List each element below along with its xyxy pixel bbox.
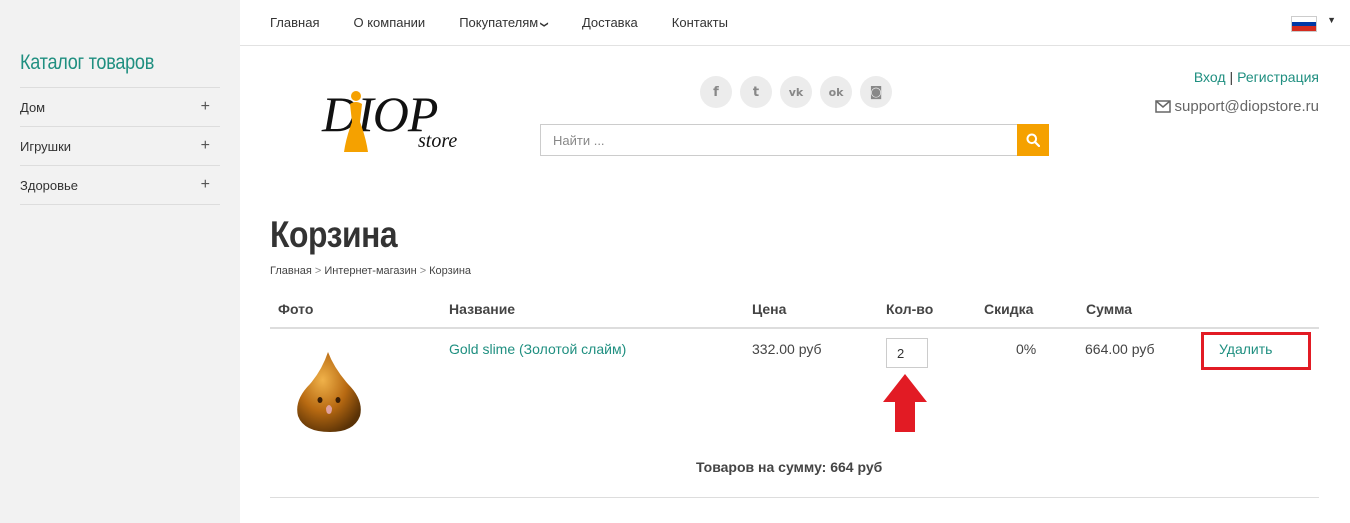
arrow-up-annotation-icon <box>883 374 927 432</box>
column-header-qty: Кол-во <box>886 301 934 317</box>
table-header-divider <box>270 327 1319 329</box>
auth-links: Вход | Регистрация <box>1194 69 1319 85</box>
support-contact: support@diopstore.ru <box>1154 98 1319 115</box>
quantity-input[interactable] <box>886 338 928 368</box>
catalog-item-label: Игрушки <box>20 138 72 154</box>
login-link[interactable]: Вход <box>1194 69 1226 85</box>
auth-separator: | <box>1229 69 1234 85</box>
nav-item-about[interactable]: О компании <box>353 15 425 30</box>
catalog-item-label: Здоровье <box>20 177 79 193</box>
page-title: Корзина <box>270 214 398 255</box>
expand-icon[interactable]: + <box>201 176 220 194</box>
instagram-icon[interactable]: ◙ <box>860 76 892 108</box>
column-header-price: Цена <box>752 301 787 317</box>
catalog-list: Дом + Игрушки + Здоровье + <box>20 87 220 205</box>
product-sum: 664.00 руб <box>1085 341 1155 357</box>
twitter-icon[interactable]: t <box>740 76 772 108</box>
column-header-name: Название <box>449 301 516 317</box>
breadcrumb-current: Корзина <box>429 265 472 277</box>
product-photo[interactable] <box>290 350 370 436</box>
catalog-item-label: Дом <box>20 99 46 115</box>
facebook-icon[interactable]: f <box>700 76 732 108</box>
expand-icon[interactable]: + <box>201 137 220 155</box>
nav-item-customers-label: Покупателям <box>459 14 539 30</box>
breadcrumb-separator: > <box>419 265 427 277</box>
breadcrumb-separator: > <box>314 265 322 277</box>
search-input[interactable] <box>541 125 1018 155</box>
delete-item-link[interactable]: Удалить <box>1219 341 1272 357</box>
nav-item-contacts[interactable]: Контакты <box>672 15 728 30</box>
nav-item-home[interactable]: Главная <box>270 15 319 30</box>
search-button[interactable] <box>1017 124 1049 156</box>
top-nav: Главная О компании Покупателям ❯ Доставка… <box>240 0 1350 46</box>
product-discount: 0% <box>1016 341 1037 357</box>
catalog-sidebar: Каталог товаров Дом + Игрушки + Здоровье… <box>0 0 240 523</box>
column-header-sum: Сумма <box>1086 301 1133 317</box>
site-logo[interactable]: DIOP store <box>322 82 472 157</box>
logo-subtext: store <box>418 130 458 152</box>
search-bar <box>540 124 1049 156</box>
breadcrumb-home[interactable]: Главная <box>270 265 312 277</box>
expand-icon[interactable]: + <box>201 98 220 116</box>
odnoklassniki-icon[interactable]: ok <box>820 76 852 108</box>
envelope-icon <box>1154 100 1171 113</box>
nav-item-customers[interactable]: Покупателям ❯ <box>459 14 550 30</box>
catalog-item-home[interactable]: Дом + <box>20 88 220 127</box>
register-link[interactable]: Регистрация <box>1237 69 1319 85</box>
breadcrumb: Главная > Интернет-магазин > Корзина <box>270 265 471 277</box>
product-price: 332.00 руб <box>752 341 822 357</box>
caret-down-icon[interactable]: ▼ <box>1327 15 1336 25</box>
catalog-item-toys[interactable]: Игрушки + <box>20 127 220 166</box>
social-links: f t vk ok ◙ <box>700 76 900 108</box>
catalog-title: Каталог товаров <box>20 51 155 74</box>
column-header-discount: Скидка <box>984 301 1034 317</box>
russia-flag-icon[interactable] <box>1291 16 1317 32</box>
catalog-item-health[interactable]: Здоровье + <box>20 166 220 205</box>
search-icon <box>1026 133 1040 147</box>
support-email[interactable]: support@diopstore.ru <box>1175 98 1319 115</box>
column-header-photo: Фото <box>278 301 314 317</box>
product-name-link[interactable]: Gold slime (Золотой слайм) <box>449 341 626 357</box>
breadcrumb-shop[interactable]: Интернет-магазин <box>324 265 416 277</box>
vk-icon[interactable]: vk <box>780 76 812 108</box>
nav-item-delivery[interactable]: Доставка <box>582 15 638 30</box>
table-bottom-divider <box>270 497 1319 498</box>
cart-total: Товаров на сумму: 664 руб <box>696 459 883 475</box>
chevron-down-icon: ❯ <box>540 20 550 28</box>
logo-figure-icon <box>344 91 368 152</box>
